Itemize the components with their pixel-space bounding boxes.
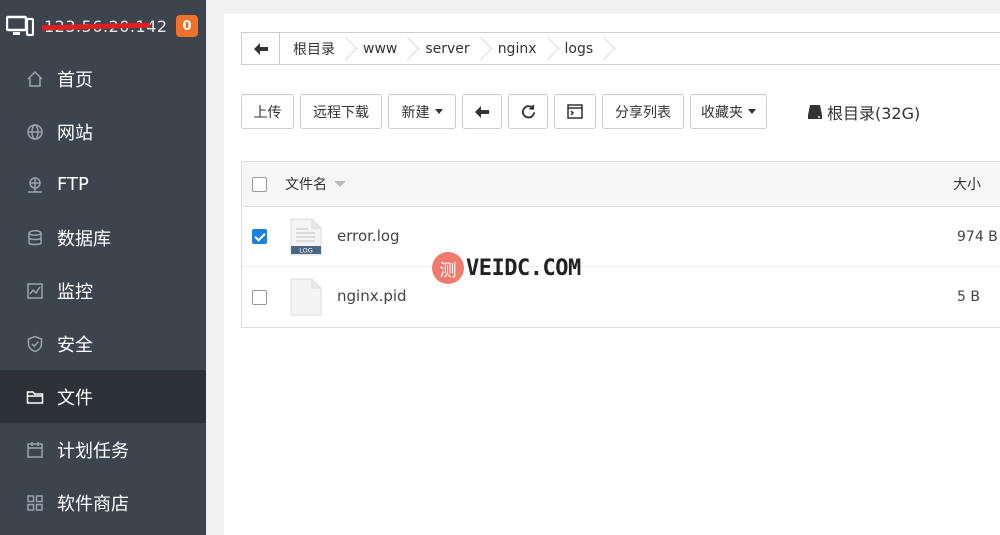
remote-download-button[interactable]: 远程下载: [300, 94, 382, 129]
file-name[interactable]: error.log: [337, 227, 400, 245]
share-list-button[interactable]: 分享列表: [602, 94, 684, 129]
folder-icon: [24, 386, 46, 408]
database-icon: [24, 227, 46, 249]
breadcrumb-item[interactable]: server: [411, 33, 483, 64]
monitor-icon: [6, 15, 34, 37]
home-icon: [24, 68, 46, 90]
breadcrumb-label: logs: [564, 40, 594, 57]
sidebar-item-label: 网站: [57, 122, 93, 144]
disk-label: 根目录(32G): [827, 103, 921, 123]
favorites-dropdown-button[interactable]: 收藏夹: [690, 94, 767, 129]
sidebar: 123.56.20.142 0 首页 网站 FTP 数据库 监控 安全: [0, 0, 206, 535]
breadcrumb-item[interactable]: nginx: [484, 33, 551, 64]
sidebar-item-files[interactable]: 文件: [0, 370, 206, 423]
watermark: 测 VEIDC.COM: [432, 252, 581, 284]
sidebar-item-monitor[interactable]: 监控: [0, 264, 206, 317]
sort-desc-icon: [334, 181, 346, 187]
server-ip: 123.56.20.142: [41, 17, 168, 36]
sidebar-item-label: 监控: [57, 281, 93, 303]
breadcrumb-label: www: [363, 40, 398, 57]
favorites-label: 收藏夹: [701, 104, 743, 121]
breadcrumb-item[interactable]: www: [349, 33, 411, 64]
sidebar-item-home[interactable]: 首页: [0, 52, 206, 105]
globe-icon: [24, 121, 46, 143]
select-all-checkbox[interactable]: [252, 176, 267, 192]
sidebar-item-label: 首页: [57, 69, 93, 91]
sidebar-item-database[interactable]: 数据库: [0, 211, 206, 264]
hard-drive-icon: [808, 104, 822, 119]
breadcrumb-label: nginx: [497, 40, 537, 57]
row-checkbox[interactable]: [252, 289, 267, 305]
log-file-icon: LOG: [290, 218, 322, 255]
watermark-badge: 测: [432, 252, 464, 284]
apps-icon: [24, 492, 46, 514]
server-header[interactable]: 123.56.20.142 0: [0, 0, 206, 52]
file-table: 文件名 大小 LOG error.log 974 B nginx.pid 5 B: [241, 161, 1000, 328]
breadcrumb-label: 根目录: [293, 41, 335, 58]
column-label: 文件名: [285, 177, 327, 193]
column-header-name[interactable]: 文件名: [285, 174, 346, 194]
sidebar-item-label: 数据库: [57, 228, 111, 250]
sidebar-item-ftp[interactable]: FTP: [0, 158, 206, 211]
table-row[interactable]: LOG error.log 974 B: [242, 207, 1000, 267]
caret-down-icon: [748, 109, 756, 114]
alert-badge[interactable]: 0: [176, 15, 198, 37]
new-dropdown-button[interactable]: 新建: [388, 94, 456, 129]
ftp-icon: [24, 174, 46, 196]
breadcrumb: 根目录 www server nginx logs: [241, 32, 1000, 65]
sidebar-item-label: 软件商店: [57, 493, 129, 515]
breadcrumb-label: server: [425, 40, 470, 57]
refresh-icon: [521, 104, 535, 119]
sidebar-item-website[interactable]: 网站: [0, 105, 206, 158]
sidebar-item-label: FTP: [57, 174, 89, 195]
terminal-button[interactable]: [554, 94, 596, 129]
arrow-left-icon: [253, 42, 268, 55]
calendar-icon: [24, 439, 46, 461]
table-header: 文件名 大小: [242, 162, 1000, 207]
file-icon-badge: LOG: [299, 246, 313, 254]
monitor-chart-icon: [24, 280, 46, 302]
sidebar-item-label: 计划任务: [57, 440, 129, 462]
sidebar-item-cron[interactable]: 计划任务: [0, 423, 206, 476]
watermark-text: VEIDC.COM: [466, 255, 581, 281]
table-row[interactable]: nginx.pid 5 B: [242, 267, 1000, 327]
column-header-size[interactable]: 大小: [953, 174, 981, 194]
caret-down-icon: [434, 109, 443, 114]
arrow-left-icon: [475, 105, 489, 118]
file-size: 974 B: [957, 228, 998, 245]
sidebar-item-store[interactable]: 软件商店: [0, 476, 206, 529]
new-label: 新建: [401, 104, 430, 121]
sidebar-item-label: 安全: [57, 334, 93, 356]
upload-button[interactable]: 上传: [241, 94, 294, 129]
terminal-icon: [567, 104, 583, 119]
file-icon: [290, 278, 322, 316]
toolbar: 上传 远程下载 新建 分享列表 收藏夹 根目录(32G): [241, 94, 920, 129]
sidebar-item-security[interactable]: 安全: [0, 317, 206, 370]
disk-selector[interactable]: 根目录(32G): [807, 100, 920, 124]
refresh-button[interactable]: [508, 94, 548, 129]
shield-icon: [24, 333, 46, 355]
file-size: 5 B: [957, 289, 980, 305]
back-button[interactable]: [462, 94, 502, 129]
breadcrumb-item[interactable]: 根目录: [280, 33, 349, 64]
file-manager-panel: 根目录 www server nginx logs 上传 远程下载 新建 分享列…: [224, 14, 1000, 535]
sidebar-item-label: 文件: [57, 387, 93, 409]
back-button[interactable]: [242, 33, 280, 64]
row-checkbox[interactable]: [252, 229, 267, 244]
file-name[interactable]: nginx.pid: [337, 287, 407, 305]
sidebar-nav: 首页 网站 FTP 数据库 监控 安全 文件 计划任务 软件商店: [0, 52, 206, 529]
